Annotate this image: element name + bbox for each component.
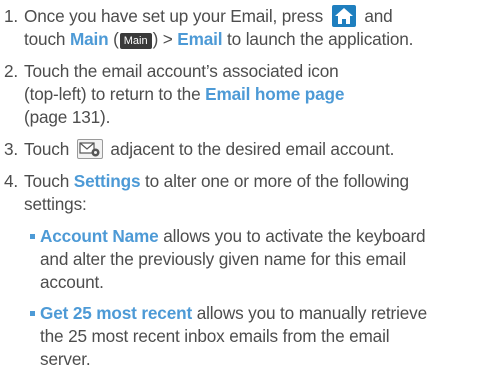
bullet-get-25-most-recent: Get 25 most recent allows you to manuall…	[30, 302, 490, 371]
step-line: settings:	[24, 194, 87, 214]
main-tab-icon: Main	[119, 33, 152, 49]
bullet-square-icon	[30, 311, 35, 316]
email-home-page-label: Email home page	[205, 84, 345, 104]
bullet-square-icon	[30, 234, 35, 239]
bullet-line: Get 25 most recent allows you to manuall…	[30, 302, 490, 325]
bullet-line: the 25 most recent inbox emails from the…	[40, 326, 390, 346]
step-number: 2.	[4, 61, 19, 81]
step-line: Touch Settings to alter one or more of t…	[24, 170, 490, 193]
manual-page: 1. Once you have set up your Email, pres…	[0, 0, 491, 386]
step-number: 3.	[4, 139, 19, 159]
main-label: Main	[69, 29, 109, 49]
step-text: to alter one or more of the following	[145, 171, 409, 191]
bullet-term: Get 25 most recent	[40, 303, 193, 323]
bullet-text: allows you to activate the keyboard	[163, 226, 426, 246]
step-text: to launch the application.	[227, 29, 414, 49]
step-body: Once you have set up your Email, press a…	[24, 5, 490, 51]
step-text: ) >	[152, 29, 173, 49]
bullet-account-name: Account Name allows you to activate the …	[30, 225, 490, 294]
step-line: Touch the email account’s associated ico…	[24, 61, 339, 81]
step-text: Touch	[24, 139, 70, 159]
email-settings-icon	[76, 139, 103, 159]
bullet-term: Account Name	[40, 226, 159, 246]
step-number: 1.	[4, 6, 19, 26]
step-line: Once you have set up your Email, press a…	[24, 5, 490, 28]
step-number: 4.	[4, 171, 19, 191]
step-text: and	[364, 6, 393, 26]
home-icon	[331, 5, 356, 27]
step-line: touch Main (Main) > Email to launch the …	[24, 28, 490, 51]
step-text: (top-left) to return to the	[24, 84, 201, 104]
bullet-line: Account Name allows you to activate the …	[30, 225, 490, 248]
step-line: (top-left) to return to the Email home p…	[24, 83, 490, 106]
step-body: Touch the email account’s associated ico…	[24, 60, 490, 129]
step-body: Touch adjacent to the desired email acco…	[24, 138, 490, 161]
step-text: touch	[24, 29, 66, 49]
step-line: Touch adjacent to the desired email acco…	[24, 138, 490, 161]
step-body: Touch Settings to alter one or more of t…	[24, 170, 490, 216]
bullet-line: server.	[40, 349, 91, 369]
settings-label: Settings	[73, 171, 141, 191]
step-text: adjacent to the desired email account.	[110, 139, 395, 159]
bullet-line: account.	[40, 272, 104, 292]
step-line: (page 131).	[24, 107, 111, 127]
step-text: (	[113, 29, 119, 49]
step-text: Once you have set up your Email, press	[24, 6, 324, 26]
step-text: Touch	[24, 171, 70, 191]
email-label: Email	[177, 29, 223, 49]
bullet-line: and alter the previously given name for …	[40, 249, 407, 269]
bullet-text: allows you to manually retrieve	[196, 303, 428, 323]
